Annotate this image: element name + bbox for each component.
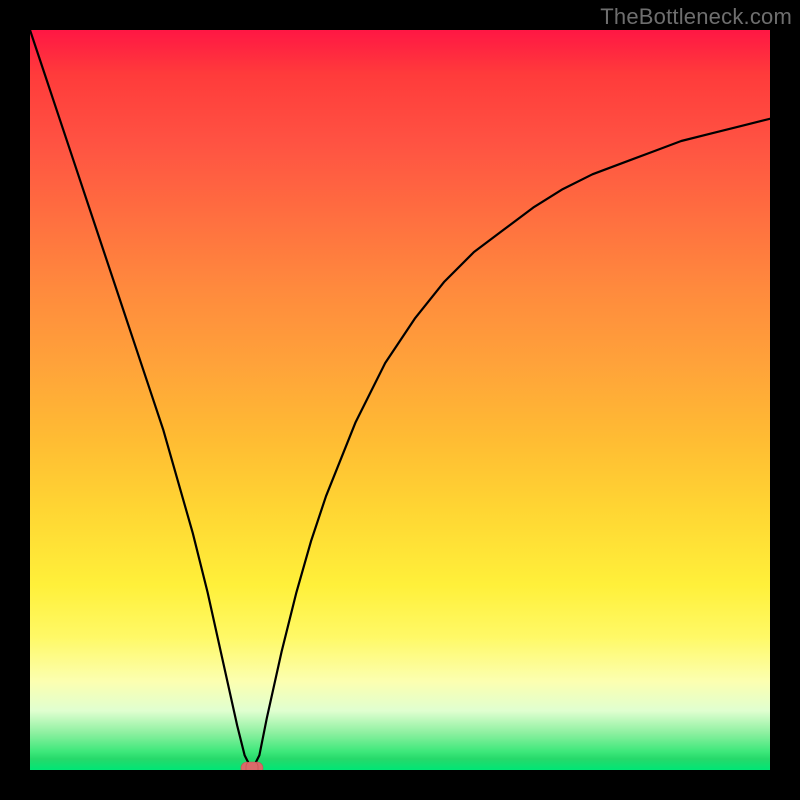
bottleneck-curve <box>30 30 770 770</box>
chart-svg <box>30 30 770 770</box>
chart-frame: TheBottleneck.com <box>0 0 800 800</box>
plot-area <box>30 30 770 770</box>
min-marker <box>241 762 263 770</box>
watermark-text: TheBottleneck.com <box>600 4 792 30</box>
